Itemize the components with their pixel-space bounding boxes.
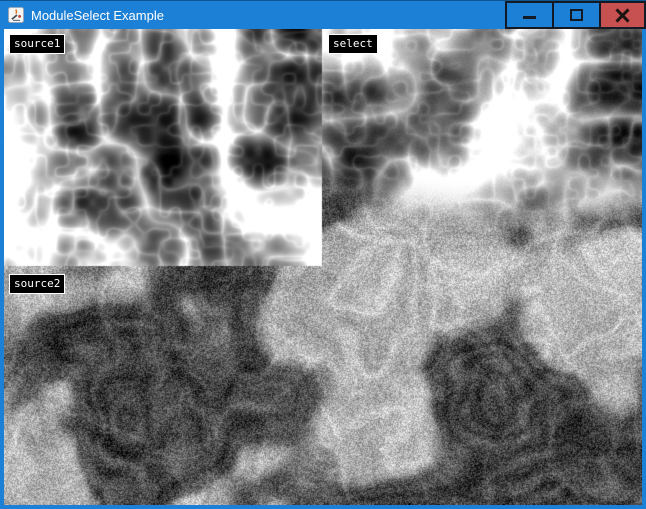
- java-app-icon: [8, 7, 24, 23]
- render-area: source1 select source2: [4, 29, 642, 505]
- app-window: ModuleSelect Example source1 select sour…: [0, 0, 646, 509]
- maximize-button[interactable]: [552, 1, 599, 29]
- titlebar[interactable]: ModuleSelect Example: [0, 1, 646, 29]
- close-button[interactable]: [599, 1, 646, 29]
- label-source2: source2: [9, 274, 65, 294]
- label-source1: source1: [9, 34, 65, 54]
- minimize-icon: [523, 16, 536, 19]
- minimize-button[interactable]: [505, 1, 552, 29]
- maximize-icon: [570, 9, 583, 21]
- window-title: ModuleSelect Example: [31, 8, 505, 23]
- noise-texture-canvas: [4, 29, 642, 505]
- label-select: select: [328, 34, 378, 54]
- window-controls: [505, 1, 646, 29]
- close-icon: [615, 8, 630, 23]
